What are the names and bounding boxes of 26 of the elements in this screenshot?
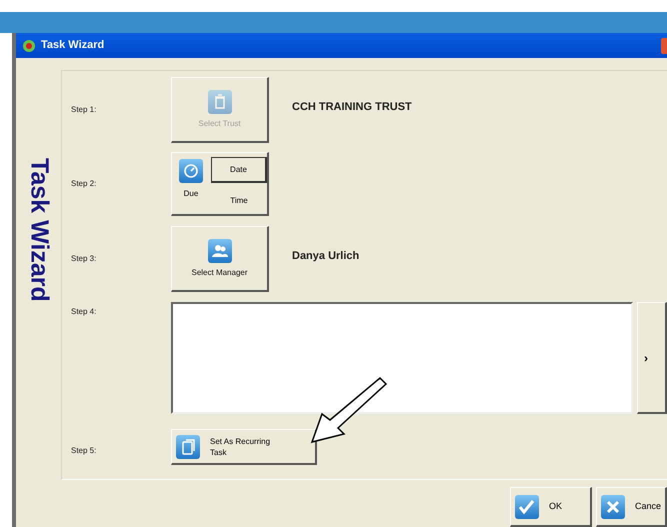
recurring-button[interactable]: Set As Recurring Task	[171, 429, 317, 465]
step-label: Step 1:	[71, 104, 98, 116]
window-title: Task Wizard	[41, 38, 104, 54]
ok-button[interactable]: OK	[510, 487, 592, 527]
check-icon	[515, 494, 539, 518]
selected-value: CCH TRAINING TRUST	[292, 100, 412, 115]
expand-button[interactable]: ›	[637, 302, 667, 414]
notes-field[interactable]	[171, 302, 633, 414]
due-label: Due	[184, 188, 198, 200]
cancel-button[interactable]: Cance	[596, 487, 667, 527]
clock-icon	[179, 159, 203, 183]
due-button[interactable]: Due Date Time	[171, 152, 269, 216]
side-title: Task Wizard	[24, 158, 54, 302]
due-option[interactable]: Time	[211, 195, 267, 205]
documents-icon	[176, 434, 200, 458]
step-label: Step 2:	[71, 178, 98, 190]
due-option[interactable]: Date	[211, 157, 267, 183]
step-label: Step 5:	[71, 445, 98, 457]
step-label: Step 3:	[71, 253, 98, 265]
app-icon	[22, 38, 36, 52]
trash-icon	[208, 90, 232, 114]
selected-value: Danya Urlich	[292, 249, 360, 264]
step-label: Step 4:	[71, 306, 98, 318]
people-icon	[208, 238, 232, 262]
close-icon	[601, 494, 625, 518]
select-button[interactable]: Select Manager	[171, 226, 269, 292]
